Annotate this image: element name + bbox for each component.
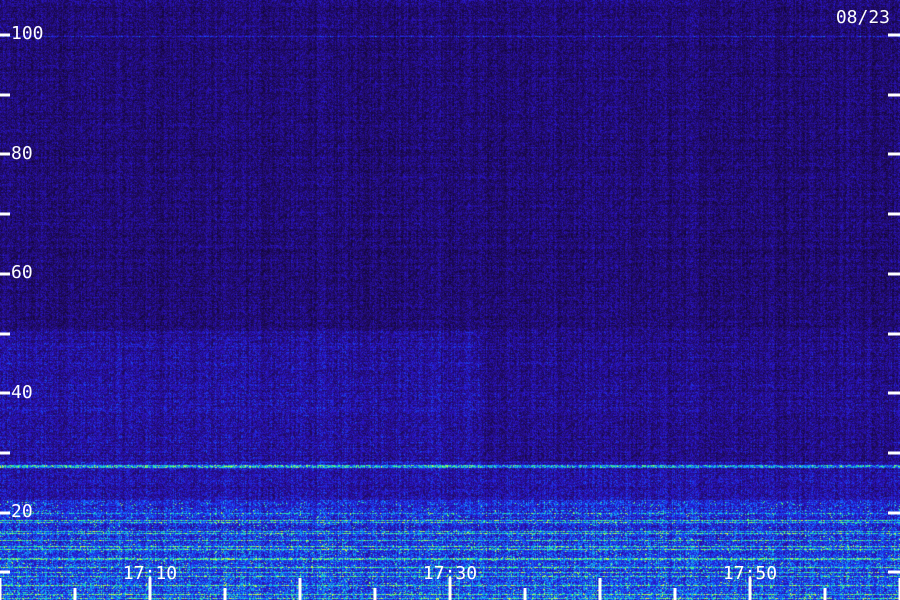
axis-overlay: 08/23 20 40 60 80 100 17:10 17:30 17:50 xyxy=(0,7,900,600)
y-tick-label-60: 60 xyxy=(11,262,33,283)
y-tick-label-40: 40 xyxy=(11,382,33,403)
x-tick-label-1750: 17:50 xyxy=(723,563,777,584)
date-label: 08/23 xyxy=(836,7,890,28)
y-tick-label-100: 100 xyxy=(11,23,44,44)
y-axis-ticks xyxy=(0,33,900,574)
x-tick-label-1730: 17:30 xyxy=(423,563,477,584)
x-tick-label-1710: 17:10 xyxy=(123,563,177,584)
spectrogram-panel: 08/23 20 40 60 80 100 17:10 17:30 17:50 xyxy=(0,0,900,600)
y-tick-label-20: 20 xyxy=(11,501,33,522)
y-tick-label-80: 80 xyxy=(11,143,33,164)
